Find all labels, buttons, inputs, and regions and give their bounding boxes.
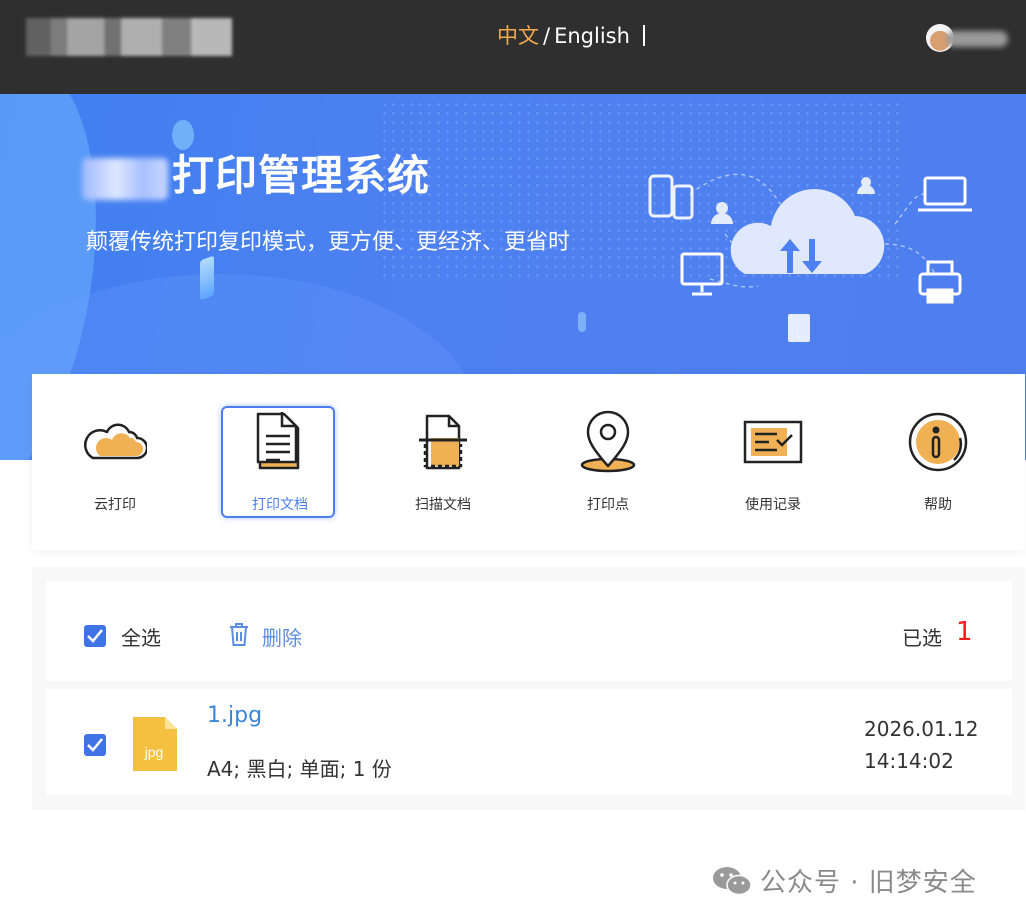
feature-label: 云打印	[94, 497, 136, 513]
cloud-icon	[83, 423, 147, 460]
file-timestamp: 2026.01.12 14:14:02	[864, 713, 979, 777]
check-icon	[87, 629, 103, 643]
banner-title-text: 打印管理系统	[172, 151, 431, 200]
feature-label: 帮助	[924, 497, 952, 513]
language-switcher: 中文 / English	[497, 22, 630, 50]
feature-usage-records[interactable]: 使用记录	[716, 406, 830, 518]
select-all-label[interactable]: 全选	[121, 622, 161, 651]
file-name-link[interactable]: 1.jpg	[207, 703, 262, 728]
document-icon	[256, 412, 300, 470]
brand-logo-redacted	[26, 18, 232, 56]
watermark-text: 公众号 · 旧梦安全	[760, 868, 977, 898]
file-time: 14:14:02	[864, 749, 954, 773]
file-row[interactable]: jpg 1.jpg A4; 黑白; 单面; 1 份 2026.01.12 14:…	[46, 689, 1012, 795]
feature-scan-document[interactable]: 扫描文档	[386, 406, 500, 518]
user-menu[interactable]	[926, 24, 1008, 54]
feature-print-point[interactable]: 打印点	[551, 406, 665, 518]
selected-label: 已选	[902, 626, 942, 650]
feature-print-document[interactable]: 打印文档	[221, 406, 335, 518]
file-list-panel: 全选 删除 已选 1 jpg 1.jpg A4; 黑白; 单面; 1 份 202…	[32, 567, 1025, 810]
file-print-settings: A4; 黑白; 单面; 1 份	[207, 757, 392, 781]
selected-count: 1	[956, 617, 973, 647]
delete-label: 删除	[262, 626, 302, 650]
feature-label: 扫描文档	[415, 497, 471, 513]
record-icon	[743, 420, 803, 464]
brand-name-redacted	[82, 157, 168, 200]
feature-label: 打印点	[587, 497, 629, 513]
file-type-badge: jpg	[144, 744, 164, 760]
banner-decoration	[578, 312, 586, 332]
username-redacted	[946, 31, 1008, 47]
info-icon	[908, 412, 968, 472]
top-navbar: 中文 / English	[0, 0, 1026, 94]
lang-chinese-link[interactable]: 中文	[497, 24, 539, 48]
lang-english-link[interactable]: English	[554, 24, 630, 48]
header-divider	[643, 25, 645, 46]
check-icon	[87, 738, 103, 752]
location-pin-icon	[580, 410, 636, 473]
feature-help[interactable]: 帮助	[881, 406, 995, 518]
list-toolbar: 全选 删除 已选 1	[46, 581, 1012, 681]
feature-bar: 云打印 打印文档 扫描文档 打印点 使用记录 帮助	[32, 374, 1025, 550]
banner-decoration	[172, 120, 194, 150]
file-date: 2026.01.12	[864, 717, 979, 741]
banner-decoration	[200, 255, 214, 301]
scan-document-icon	[419, 414, 467, 470]
trash-icon	[230, 623, 248, 646]
file-checkbox[interactable]	[84, 734, 106, 756]
lang-separator: /	[543, 24, 551, 48]
wechat-icon	[713, 867, 752, 896]
feature-cloud-print[interactable]: 云打印	[58, 406, 172, 518]
banner-title: 打印管理系统	[82, 150, 430, 202]
banner-subtitle: 颠覆传统打印复印模式，更方便、更经济、更省时	[86, 230, 571, 255]
feature-label: 打印文档	[252, 497, 308, 513]
feature-label: 使用记录	[745, 497, 801, 513]
jpg-file-icon: jpg	[133, 717, 177, 771]
cloud-devices-illustration	[648, 173, 972, 342]
select-all-checkbox[interactable]	[84, 625, 106, 647]
